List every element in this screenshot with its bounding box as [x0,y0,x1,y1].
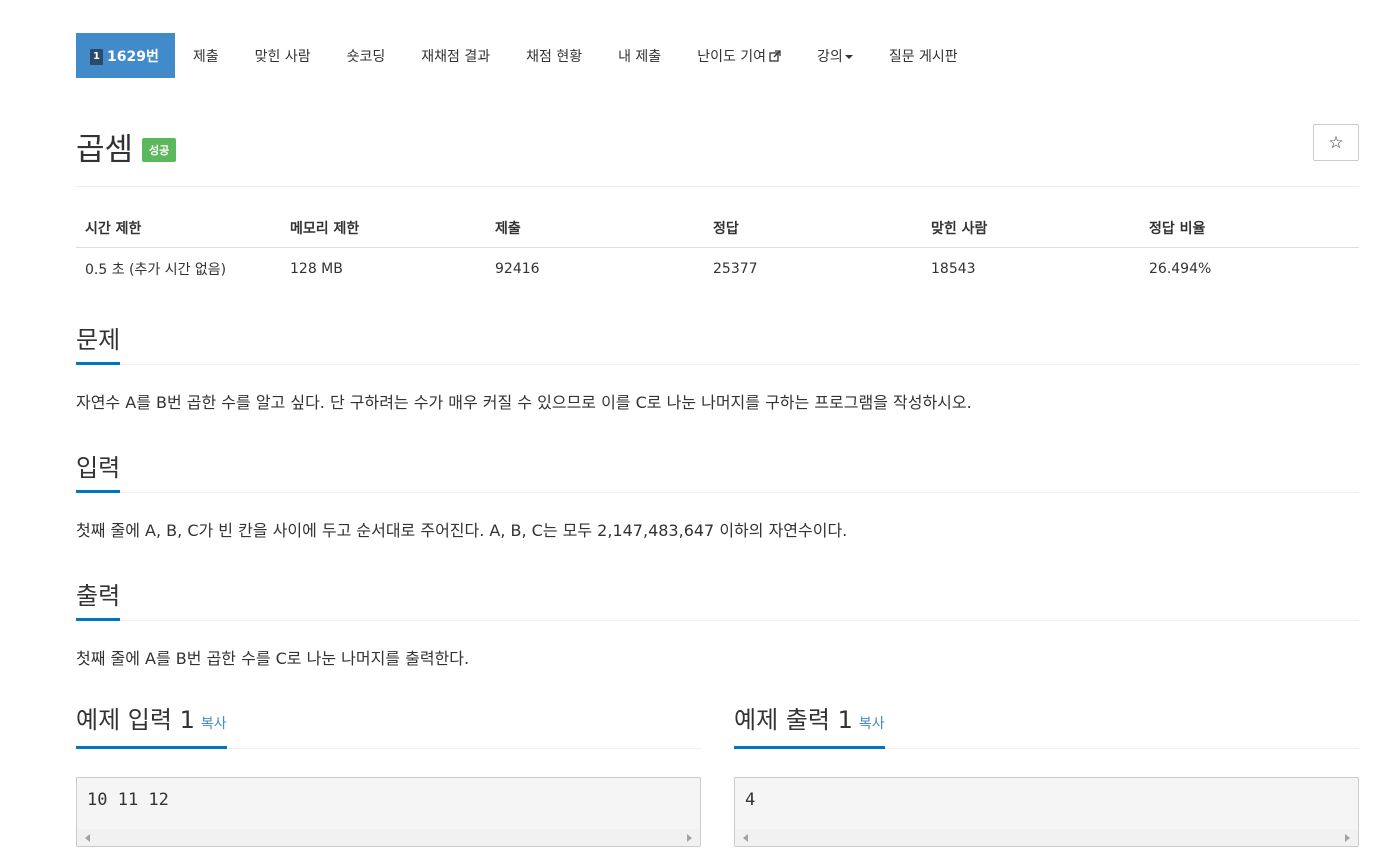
problem-description-text: 자연수 A를 B번 곱한 수를 알고 싶다. 단 구하려는 수가 매우 커질 수… [76,393,972,412]
favorite-star-button[interactable]: ☆ [1313,124,1359,161]
section-header: 입력 [76,452,1359,493]
status-badge: 성공 [142,138,177,162]
section-title-output: 출력 [76,582,121,621]
problem-description-section: 문제 자연수 A를 B번 곱한 수를 알고 싶다. 단 구하려는 수가 매우 커… [76,324,1359,415]
sample-input-title: 예제 입력 1 복사 [76,706,227,749]
sample-input-box[interactable]: 10 11 12 [76,777,701,847]
star-icon: ☆ [1328,132,1344,153]
value-submissions: 92416 [495,261,540,277]
problem-nav: 1 1629번 제출 맞힌 사람 숏코딩 재채점 결과 채점 현황 내 제출 난… [76,33,976,78]
nav-accepted-users[interactable]: 맞힌 사람 [237,33,329,78]
problem-page: 1 1629번 제출 맞힌 사람 숏코딩 재채점 결과 채점 현황 내 제출 난… [76,0,1359,857]
sample-output-section: 예제 출력 1 복사 4 [734,706,1359,847]
problem-title-row: 곱셈 성공 ☆ [76,118,1359,187]
value-time-limit: 0.5 초 (추가 시간 없음) [85,262,227,278]
scroll-right-icon[interactable] [1345,834,1350,842]
sample-output-header: 예제 출력 1 복사 [734,706,1359,749]
header-accepted-users: 맞힌 사람 [922,208,1140,248]
horizontal-scrollbar[interactable] [735,829,1358,846]
nav-short-coding[interactable]: 숏코딩 [329,33,404,78]
section-header: 문제 [76,324,1359,365]
header-time-limit: 시간 제한 [76,208,281,248]
horizontal-scrollbar[interactable] [77,829,700,846]
header-accept-ratio: 정답 비율 [1140,208,1359,248]
sample-input-content: 10 11 12 [87,790,169,810]
nav-my-submissions[interactable]: 내 제출 [600,33,679,78]
header-submissions: 제출 [486,208,704,248]
nav-submit[interactable]: 제출 [175,33,237,78]
sample-output-title: 예제 출력 1 복사 [734,706,885,749]
sample-output-box[interactable]: 4 [734,777,1359,847]
copy-sample-output-link[interactable]: 복사 [859,716,885,732]
value-accepted: 25377 [713,261,758,277]
section-title-input: 입력 [76,454,121,493]
problem-info-table: 시간 제한 메모리 제한 제출 정답 맞힌 사람 정답 비율 0.5 초 (추가… [76,208,1359,290]
section-header: 출력 [76,580,1359,621]
sample-input-heading: 예제 입력 1 [76,706,195,734]
nav-lectures-dropdown[interactable]: 강의 [799,33,871,78]
value-accepted-users: 18543 [931,261,976,277]
page-title: 곱셈 [76,132,134,168]
input-description-text: 첫째 줄에 A, B, C가 빈 칸을 사이에 두고 순서대로 주어진다. A,… [76,521,848,540]
scroll-left-icon[interactable] [85,834,90,842]
nav-difficulty-label: 난이도 기여 [697,48,767,65]
sample-output-heading: 예제 출력 1 [734,706,853,734]
scroll-left-icon[interactable] [743,834,748,842]
scroll-right-icon[interactable] [687,834,692,842]
problem-number-label: 1629번 [107,48,159,65]
nav-problem-number[interactable]: 1 1629번 [76,33,175,78]
caret-down-icon [844,54,853,59]
output-description-text: 첫째 줄에 A를 B번 곱한 수를 C로 나눈 나머지를 출력한다. [76,649,470,668]
nav-rejudge-results[interactable]: 재채점 결과 [403,33,508,78]
header-memory-limit: 메모리 제한 [281,208,486,248]
nav-lectures-label: 강의 [817,48,843,65]
input-section: 입력 첫째 줄에 A, B, C가 빈 칸을 사이에 두고 순서대로 주어진다.… [76,452,1359,543]
info-header-row: 시간 제한 메모리 제한 제출 정답 맞힌 사람 정답 비율 [76,208,1359,248]
value-memory-limit: 128 MB [290,261,343,277]
nav-judge-status[interactable]: 채점 현황 [508,33,600,78]
sample-input-section: 예제 입력 1 복사 10 11 12 [76,706,701,847]
nav-difficulty-contribution[interactable]: 난이도 기여 [679,33,799,78]
problem-tier-icon: 1 [90,48,103,65]
section-title-problem: 문제 [76,326,121,365]
copy-sample-input-link[interactable]: 복사 [201,716,227,732]
value-accept-ratio: 26.494% [1149,261,1212,277]
header-accepted: 정답 [704,208,922,248]
external-link-icon [769,49,781,62]
info-value-row: 0.5 초 (추가 시간 없음) 128 MB 92416 25377 1854… [76,248,1359,291]
output-section: 출력 첫째 줄에 A를 B번 곱한 수를 C로 나눈 나머지를 출력한다. [76,580,1359,671]
sample-output-content: 4 [745,790,756,810]
sample-input-header: 예제 입력 1 복사 [76,706,701,749]
nav-question-board[interactable]: 질문 게시판 [871,33,976,78]
